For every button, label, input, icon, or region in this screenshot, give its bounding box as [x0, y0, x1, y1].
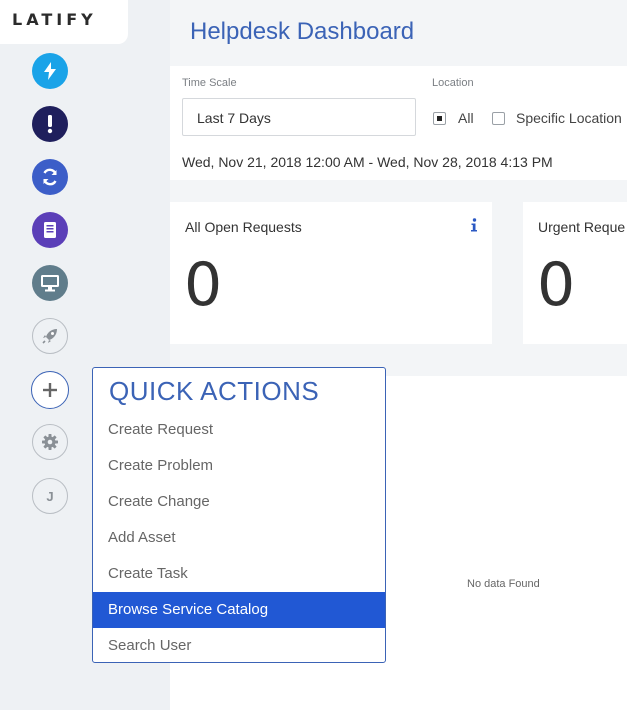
time-scale-select[interactable]: Last 7 Days — [182, 98, 416, 136]
card-value: 0 — [184, 250, 223, 320]
location-all-label[interactable]: All — [458, 110, 474, 126]
create-change-item[interactable]: Create Change — [93, 484, 385, 520]
book-icon[interactable] — [32, 212, 68, 248]
browse-service-catalog-item[interactable]: Browse Service Catalog — [93, 592, 385, 628]
urgent-requests-card[interactable]: Urgent Reque 0 — [523, 202, 627, 344]
bolt-icon[interactable] — [32, 53, 68, 89]
rocket-icon[interactable] — [32, 318, 68, 354]
card-title: Urgent Reque — [538, 219, 626, 235]
card-value: 0 — [537, 250, 576, 320]
quick-actions-menu: QUICK ACTIONS Create Request Create Prob… — [92, 367, 386, 663]
quick-actions-title: QUICK ACTIONS — [109, 376, 320, 406]
create-problem-item[interactable]: Create Problem — [93, 448, 385, 484]
filter-card: Time Scale Last 7 Days Location All Spec… — [170, 66, 627, 180]
monitor-icon[interactable] — [32, 265, 68, 301]
date-range-text: Wed, Nov 21, 2018 12:00 AM - Wed, Nov 28… — [182, 154, 553, 170]
exclamation-icon[interactable] — [32, 106, 68, 142]
app-logo[interactable]: LATIFY — [12, 10, 97, 29]
location-label: Location — [432, 77, 474, 89]
create-request-item[interactable]: Create Request — [93, 412, 385, 448]
user-initial-icon[interactable]: J — [32, 478, 68, 514]
no-data-text: No data Found — [467, 578, 540, 590]
user-initial: J — [46, 488, 54, 504]
create-task-item[interactable]: Create Task — [93, 556, 385, 592]
all-open-requests-card[interactable]: All Open Requests 0 — [170, 202, 492, 344]
card-title: All Open Requests — [185, 219, 302, 235]
refresh-icon[interactable] — [32, 159, 68, 195]
logo-container: LATIFY — [0, 0, 128, 44]
search-user-item[interactable]: Search User — [93, 628, 385, 664]
location-all-radio[interactable] — [433, 112, 446, 125]
plus-icon[interactable] — [31, 371, 69, 409]
location-specific-label[interactable]: Specific Location — [516, 110, 622, 126]
time-scale-label: Time Scale — [182, 77, 237, 89]
add-asset-item[interactable]: Add Asset — [93, 520, 385, 556]
gear-icon[interactable] — [32, 424, 68, 460]
info-icon[interactable] — [470, 218, 478, 237]
page-title: Helpdesk Dashboard — [190, 18, 415, 45]
location-specific-radio[interactable] — [492, 112, 505, 125]
